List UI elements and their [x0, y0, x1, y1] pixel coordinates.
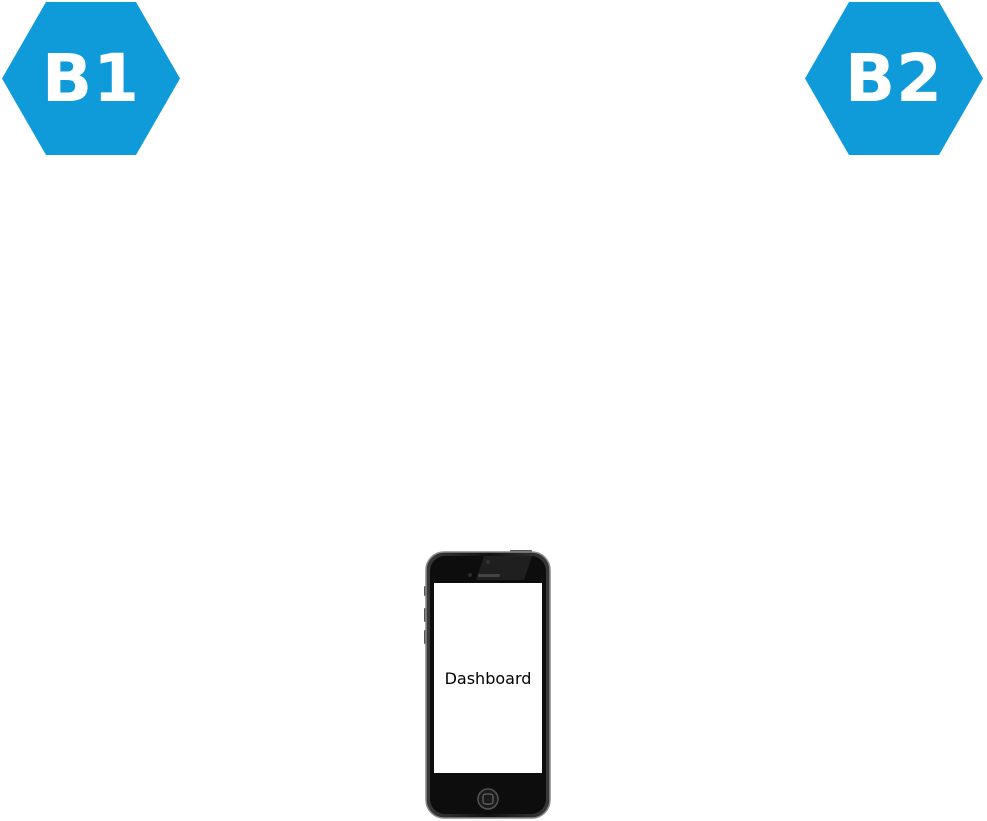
screen-label: Dashboard: [444, 668, 532, 688]
b1-label: B1: [41, 40, 141, 117]
b2-label: B2: [844, 40, 944, 117]
b2-hexagon: B2: [805, 2, 983, 155]
b1-hexagon: B1: [2, 2, 180, 155]
smartphone: Dashboard: [424, 550, 552, 820]
phone-screen: Dashboard: [434, 583, 542, 773]
